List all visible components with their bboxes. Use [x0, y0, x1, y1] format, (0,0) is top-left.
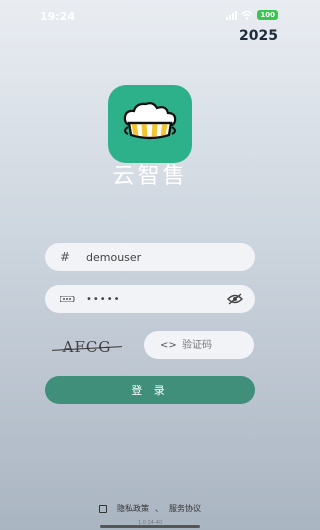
- year-badge: 2025: [239, 28, 278, 44]
- home-indicator: [100, 525, 200, 528]
- code-icon: <>: [160, 339, 177, 351]
- wifi-icon: [241, 10, 253, 20]
- captcha-input[interactable]: [180, 338, 254, 352]
- app-logo: [108, 85, 192, 163]
- checkbox-icon[interactable]: [99, 504, 107, 513]
- status-time: 19:24: [40, 10, 76, 23]
- eye-hidden-icon[interactable]: [227, 293, 243, 305]
- storefront-cloud-icon: [123, 102, 177, 140]
- hash-icon: #: [60, 250, 71, 264]
- login-button[interactable]: 登 录: [45, 376, 255, 404]
- captcha-field[interactable]: <>: [144, 331, 254, 359]
- password-field[interactable]: •••••: [45, 285, 255, 313]
- username-field[interactable]: # demouser: [45, 243, 255, 271]
- service-agreement-link[interactable]: 服务协议: [169, 503, 201, 514]
- captcha-image[interactable]: AFCG: [50, 337, 124, 357]
- agreement-separator: 、: [155, 504, 163, 513]
- username-value: demouser: [86, 250, 142, 264]
- signal-icon: [226, 10, 238, 20]
- app-title: 云智售: [112, 164, 188, 189]
- privacy-policy-link[interactable]: 隐私政策: [117, 503, 149, 514]
- status-indicators: 100: [226, 10, 278, 20]
- battery-icon: 100: [257, 10, 278, 20]
- agreement-row: 隐私政策 、 服务协议: [0, 503, 300, 514]
- status-bar: 19:24 100: [0, 0, 300, 28]
- password-dots-icon: [60, 296, 75, 302]
- password-value: •••••: [86, 293, 121, 305]
